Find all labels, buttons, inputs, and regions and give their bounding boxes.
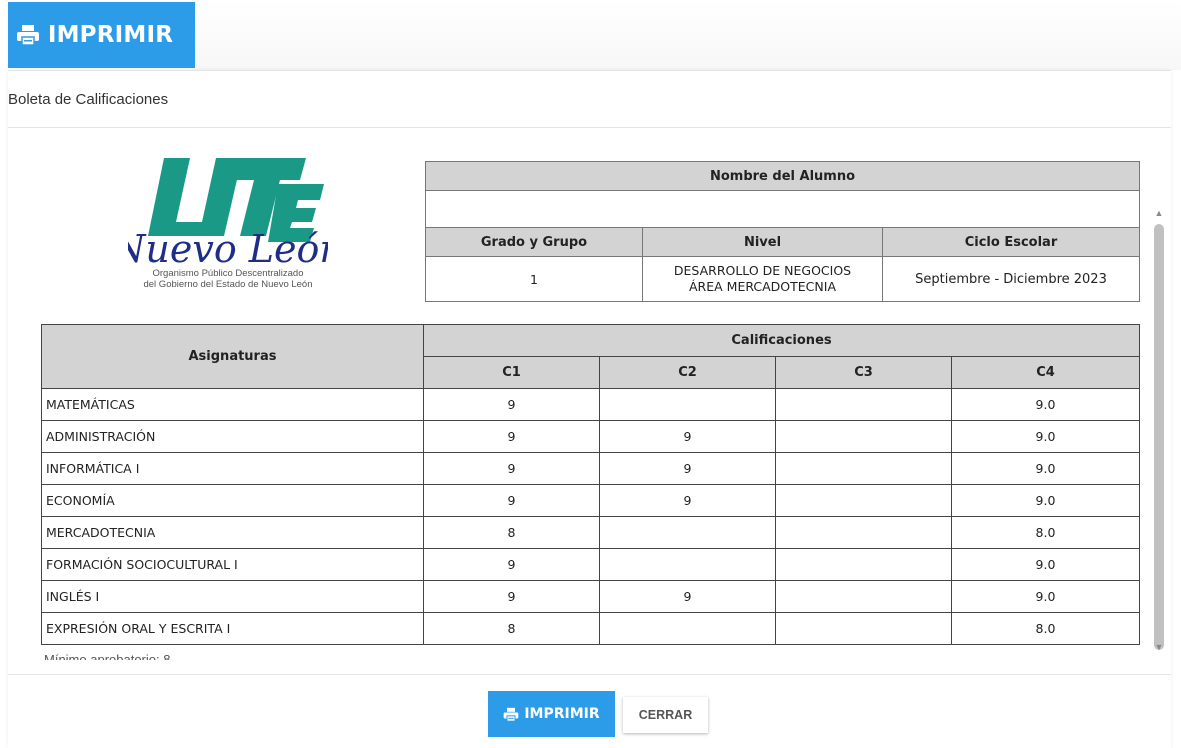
grade-c4: 9.0 [951, 420, 1140, 453]
scroll-up-arrow-icon[interactable]: ▲ [1154, 208, 1164, 218]
grade-c1: 9 [423, 452, 600, 485]
subject-cell: ECONOMÍA [41, 484, 424, 517]
grade-c1: 8 [423, 516, 600, 549]
column-c1: C1 [423, 356, 600, 389]
subjects-header: Asignaturas [41, 324, 424, 389]
grade-c2: 9 [599, 452, 776, 485]
subject-cell: INGLÉS I [41, 580, 424, 613]
grade-c1: 8 [423, 612, 600, 645]
grade-c2 [599, 516, 776, 549]
table-row: MATEMÁTICAS 9 9.0 [41, 388, 1140, 421]
top-print-label: IMPRIMIR [47, 22, 174, 48]
grade-c1: 9 [423, 484, 600, 517]
subject-cell: FORMACIÓN SOCIOCULTURAL I [41, 548, 424, 581]
nivel-header: Nivel [642, 227, 883, 257]
table-row: FORMACIÓN SOCIOCULTURAL I 9 9.0 [41, 548, 1140, 581]
grade-c3 [775, 388, 952, 421]
grade-c2 [599, 612, 776, 645]
grade-c2: 9 [599, 420, 776, 453]
subject-cell: INFORMÁTICA I [41, 452, 424, 485]
table-row: ECONOMÍA 9 9 9.0 [41, 484, 1140, 517]
subject-cell: EXPRESIÓN ORAL Y ESCRITA I [41, 612, 424, 645]
footer-print-button[interactable]: IMPRIMIR [488, 691, 615, 737]
grade-c4: 9.0 [951, 548, 1140, 581]
grado-value: 1 [425, 256, 643, 302]
grade-c2 [599, 388, 776, 421]
table-row: ADMINISTRACIÓN 9 9 9.0 [41, 420, 1140, 453]
report-card-modal: Boleta de Calificaciones Nuevo León Orga… [8, 70, 1171, 748]
modal-footer: IMPRIMIR CERRAR [8, 674, 1171, 748]
grade-c2: 9 [599, 580, 776, 613]
grade-c1: 9 [423, 388, 600, 421]
grade-c2: 9 [599, 484, 776, 517]
column-c2: C2 [599, 356, 776, 389]
subject-cell: ADMINISTRACIÓN [41, 420, 424, 453]
scrollbar-thumb[interactable] [1154, 224, 1164, 650]
grade-c3 [775, 420, 952, 453]
printer-icon [16, 25, 39, 46]
ciclo-header: Ciclo Escolar [882, 227, 1140, 257]
grade-c3 [775, 452, 952, 485]
grade-c2 [599, 548, 776, 581]
truncated-note: Mínimo aprobatorio: 8 [44, 652, 171, 660]
grade-c4: 9.0 [951, 452, 1140, 485]
nivel-line2: ÁREA MERCADOTECNIA [689, 279, 836, 294]
modal-body: Nuevo León Organismo Público Descentrali… [8, 128, 1171, 674]
top-strip [195, 0, 1181, 70]
table-row: INGLÉS I 9 9 9.0 [41, 580, 1140, 613]
grade-c4: 9.0 [951, 580, 1140, 613]
column-c3: C3 [775, 356, 952, 389]
column-c4: C4 [951, 356, 1140, 389]
logo-caption: Organismo Público Descentralizado del Go… [120, 268, 336, 290]
student-name-value [425, 190, 1140, 228]
footer-print-label: IMPRIMIR [524, 706, 600, 722]
grade-c3 [775, 548, 952, 581]
ciclo-value: Septiembre - Diciembre 2023 [882, 256, 1140, 302]
logo-caption-line1: Organismo Público Descentralizado [152, 268, 304, 279]
grade-c3 [775, 580, 952, 613]
top-print-button[interactable]: IMPRIMIR [8, 2, 195, 68]
table-row: INFORMÁTICA I 9 9 9.0 [41, 452, 1140, 485]
grade-c4: 8.0 [951, 516, 1140, 549]
scroll-down-arrow-icon[interactable]: ▼ [1154, 642, 1164, 652]
logo-wordmark: Nuevo León [128, 227, 328, 271]
grado-header: Grado y Grupo [425, 227, 643, 257]
nivel-value: DESARROLLO DE NEGOCIOS ÁREA MERCADOTECNI… [642, 256, 883, 302]
logo-caption-line2: del Gobierno del Estado de Nuevo León [143, 279, 313, 290]
grade-c3 [775, 516, 952, 549]
grade-c3 [775, 484, 952, 517]
student-name-header: Nombre del Alumno [425, 161, 1140, 191]
grade-c4: 9.0 [951, 388, 1140, 421]
grade-c4: 8.0 [951, 612, 1140, 645]
printer-icon [504, 707, 519, 722]
grade-c3 [775, 612, 952, 645]
grades-table: Asignaturas Calificaciones C1 C2 C3 C4 M… [41, 324, 1140, 645]
grade-c4: 9.0 [951, 484, 1140, 517]
subject-cell: MATEMÁTICAS [41, 388, 424, 421]
grade-c1: 9 [423, 580, 600, 613]
close-button[interactable]: CERRAR [623, 697, 708, 733]
subject-cell: MERCADOTECNIA [41, 516, 424, 549]
grade-c1: 9 [423, 420, 600, 453]
grades-header: Calificaciones [423, 324, 1140, 357]
student-info-table: Nombre del Alumno Grado y Grupo Nivel Ci… [425, 161, 1140, 302]
nivel-line1: DESARROLLO DE NEGOCIOS [673, 263, 852, 278]
table-row: MERCADOTECNIA 8 8.0 [41, 516, 1140, 549]
modal-title: Boleta de Calificaciones [8, 90, 169, 108]
grade-c1: 9 [423, 548, 600, 581]
table-row: EXPRESIÓN ORAL Y ESCRITA I 8 8.0 [41, 612, 1140, 645]
modal-header: Boleta de Calificaciones [8, 71, 1171, 128]
